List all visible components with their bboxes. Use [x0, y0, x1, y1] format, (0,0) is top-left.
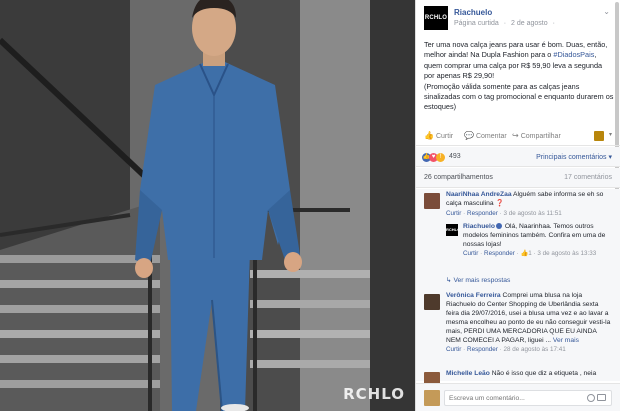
comment-reply-link[interactable]: Responder [467, 210, 498, 217]
emoji-icon[interactable] [587, 394, 595, 402]
thumbs-up-icon: 👍 [424, 131, 434, 140]
post-header: RCHLO Riachuelo Página curtida · 2 de ag… [424, 6, 612, 32]
post-actions-bar: 👍 Curtir 💬 Comentar ↪ Compartilhar ▾ [416, 128, 620, 146]
meta-source: Página curtida [454, 20, 499, 27]
engagement-stats: 26 compartilhamentos 17 comentários [416, 168, 620, 188]
comment-body: Verônica Ferreira Comprei uma blusa na l… [446, 292, 611, 354]
comment-meta: Curtir · Responder · 28 de agosto às 17:… [446, 346, 566, 354]
page-name-link[interactable]: Riachuelo [454, 8, 492, 17]
options-chevron-icon[interactable]: ⌄ [603, 7, 610, 16]
current-user-avatar[interactable] [424, 390, 440, 406]
post-panel: RCHLO Riachuelo Página curtida · 2 de ag… [415, 0, 620, 411]
reply-reply-link[interactable]: Responder [484, 250, 515, 257]
photo-watermark: RCHLO [343, 385, 405, 403]
hashtag-link[interactable]: #DiadosPais [553, 50, 594, 59]
reactions-bar: 👍 ♥ ! 493 Principais comentários ▾ [416, 147, 620, 167]
post-body-text: Ter uma nova calça jeans para usar é bom… [424, 40, 614, 112]
comment-meta: Curtir · Responder · 3 de agosto às 11:5… [446, 209, 562, 217]
wow-reaction-icon: ! [436, 153, 445, 162]
question-emoji: ❓ [495, 199, 504, 207]
share-arrow-icon: ↪ [512, 131, 519, 140]
comment-sort-dropdown[interactable]: Principais comentários ▾ [536, 153, 612, 161]
shares-count-link[interactable]: 26 compartilhamentos [424, 174, 493, 181]
page-avatar[interactable]: RCHLO [424, 6, 448, 30]
reply-like-count: 1 [528, 250, 532, 258]
post-meta: Página curtida · 2 de agosto · [454, 20, 558, 27]
camera-icon[interactable] [597, 394, 606, 401]
commenter-avatar[interactable] [424, 193, 440, 209]
reply-body: Riachuelo Olá, Naarinhaa. Temos outros m… [463, 223, 612, 259]
comment-like-link[interactable]: Curtir [446, 210, 461, 217]
post-date-link[interactable]: 2 de agosto [511, 20, 548, 27]
reply-avatar[interactable]: RCHLO [446, 224, 460, 236]
chevron-down-icon[interactable]: ▾ [609, 131, 612, 138]
comment-button[interactable]: 💬 Comentar [464, 131, 507, 140]
commenter-avatar[interactable] [424, 294, 440, 310]
comment-time[interactable]: 3 de agosto às 11:51 [503, 210, 561, 217]
reply-like-link[interactable]: Curtir [463, 250, 478, 257]
see-more-replies-link[interactable]: ↳ Ver mais respostas [446, 276, 510, 284]
globe-icon: · [552, 20, 555, 27]
like-button[interactable]: 👍 Curtir [424, 131, 453, 140]
reply-time[interactable]: 3 de agosto às 13:33 [537, 250, 596, 257]
reply-meta: Curtir · Responder · 👍1 · 3 de agosto às… [463, 250, 597, 258]
write-comment-row [416, 383, 620, 411]
reaction-count[interactable]: 493 [449, 153, 461, 160]
meta-dot: · [503, 20, 507, 27]
comments-count: 17 comentários [564, 174, 612, 181]
reply-author[interactable]: Riachuelo [463, 223, 495, 230]
comment-like-link[interactable]: Curtir [446, 346, 461, 353]
commenter-name[interactable]: Michelle Leão [446, 370, 490, 377]
comment-reply-link[interactable]: Responder [467, 346, 498, 353]
speech-bubble-icon: 💬 [464, 131, 474, 140]
comment-time[interactable]: 28 de agosto às 17:41 [503, 346, 565, 353]
share-button[interactable]: ↪ Compartilhar [512, 131, 561, 140]
comment-body: Michelle Leão Não é isso que diz a etiqu… [446, 370, 597, 377]
comment-body: NaariNhaa AndreZaa Alguém sabe informa s… [446, 191, 612, 219]
comments-list: NaariNhaa AndreZaa Alguém sabe informa s… [416, 189, 620, 388]
see-more-link[interactable]: Ver mais [553, 337, 579, 344]
post-photo[interactable]: RCHLO [0, 0, 415, 411]
user-avatar[interactable] [594, 131, 604, 141]
verified-badge-icon [495, 223, 502, 230]
photo-illustration [0, 0, 415, 411]
commenter-name[interactable]: Verônica Ferreira [446, 292, 501, 299]
commenter-name[interactable]: NaariNhaa AndreZaa [446, 191, 512, 198]
